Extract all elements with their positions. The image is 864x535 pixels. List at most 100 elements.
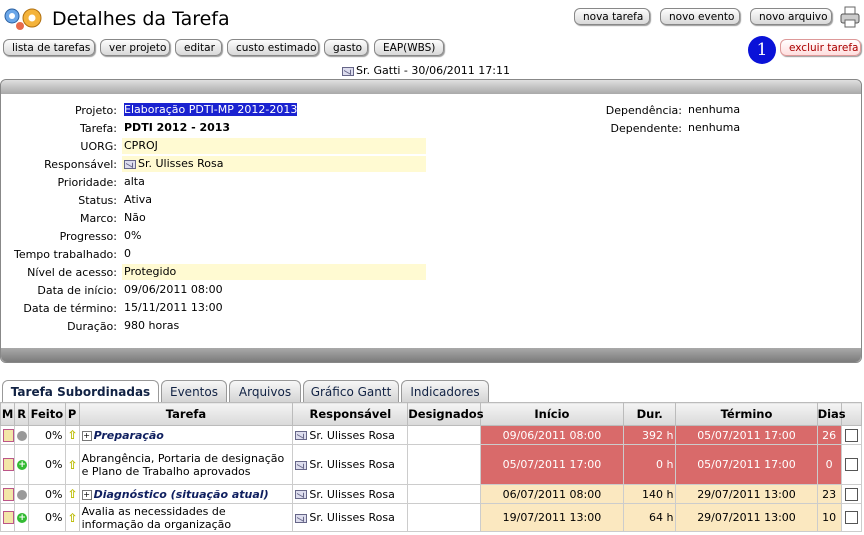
dur-cell: 392 h	[622, 425, 677, 445]
priority-cell: ⇧	[64, 503, 80, 532]
col-dias[interactable]: Dias	[816, 402, 846, 426]
responsavel-text: Sr. Ulisses Rosa	[309, 428, 395, 442]
col-designados[interactable]: Designados	[407, 402, 484, 426]
col-m[interactable]: M	[0, 402, 16, 426]
table-row: + 0% ⇧ Abrangência, Portaria de designaç…	[0, 444, 863, 485]
col-p[interactable]: P	[64, 402, 80, 426]
editar-button[interactable]: editar	[175, 39, 222, 56]
row-checkbox[interactable]	[844, 511, 858, 525]
tarefa-link[interactable]: Abrangência, Portaria de designação e Pl…	[78, 444, 294, 485]
termino-value: 15/11/2011 13:00	[122, 300, 426, 316]
novo-evento-button[interactable]: novo evento	[660, 8, 740, 25]
tab-eventos[interactable]: Eventos	[161, 380, 227, 402]
tarefa-cell[interactable]: + Preparação	[78, 425, 294, 445]
status-dot-icon	[17, 489, 28, 500]
mail-icon[interactable]	[124, 159, 136, 169]
col-feito[interactable]: Feito	[28, 402, 66, 426]
status-cell	[14, 425, 30, 445]
uorg-value: CPROJ	[122, 138, 426, 154]
nivel-value: Protegido	[122, 264, 426, 280]
lista-de-tarefas-button[interactable]: lista de tarefas	[3, 39, 95, 56]
progresso-value: 0%	[122, 228, 426, 244]
tab-tarefa-subordinadas[interactable]: Tarefa Subordinadas	[2, 380, 159, 403]
priority-up-icon: ⇧	[67, 510, 78, 525]
status-cell[interactable]: +	[14, 444, 30, 485]
status-cell[interactable]: +	[14, 503, 30, 532]
edit-note-icon[interactable]	[3, 458, 14, 472]
edit-note-icon[interactable]	[3, 487, 14, 501]
projeto-value[interactable]: Elaboração PDTI-MP 2012-2013	[122, 102, 426, 118]
uorg-label: UORG:	[80, 140, 117, 153]
page-title: Detalhes da Tarefa	[52, 8, 230, 30]
feito-cell: 0%	[28, 503, 66, 532]
custo-estimado-button[interactable]: custo estimado	[227, 39, 319, 56]
col-inicio[interactable]: Início	[479, 402, 625, 426]
edit-note-icon[interactable]	[3, 428, 14, 442]
row-checkbox[interactable]	[844, 428, 858, 442]
tab-arquivos[interactable]: Arquivos	[229, 380, 301, 402]
ver-projeto-button[interactable]: ver projeto	[100, 39, 170, 56]
select-cell	[840, 503, 863, 532]
col-r[interactable]: R	[14, 402, 30, 426]
designados-cell	[407, 484, 481, 504]
expand-icon[interactable]: +	[81, 489, 92, 500]
dur-cell: 140 h	[622, 484, 677, 504]
responsavel-cell: Sr. Ulisses Rosa	[292, 484, 409, 504]
edit-cell[interactable]	[0, 444, 16, 485]
excluir-tarefa-button[interactable]: excluir tarefa	[780, 39, 861, 56]
author-line: Sr. Gatti - 30/06/2011 17:11	[342, 64, 510, 77]
responsavel-text: Sr. Ulisses Rosa	[309, 487, 395, 501]
expand-icon[interactable]: +	[81, 430, 92, 441]
mail-icon[interactable]	[295, 431, 308, 440]
priority-cell: ⇧	[64, 425, 80, 445]
panel-body: Projeto: Elaboração PDTI-MP 2012-2013 Ta…	[1, 94, 861, 349]
novo-arquivo-button[interactable]: novo arquivo	[750, 8, 832, 25]
col-tarefa[interactable]: Tarefa	[78, 402, 294, 426]
responsavel-cell: Sr. Ulisses Rosa	[292, 425, 409, 445]
mail-icon[interactable]	[295, 513, 308, 523]
author-text: Sr. Gatti - 30/06/2011 17:11	[356, 64, 510, 77]
details-panel: Projeto: Elaboração PDTI-MP 2012-2013 Ta…	[0, 79, 862, 363]
priority-up-icon: ⇧	[67, 428, 78, 442]
gasto-button[interactable]: gasto	[324, 39, 368, 56]
marco-value: Não	[122, 210, 426, 226]
dias-cell: 10	[816, 503, 842, 532]
termino-cell: 05/07/2011 17:00	[675, 425, 818, 445]
edit-cell[interactable]	[0, 484, 16, 504]
edit-cell[interactable]	[0, 425, 16, 445]
app-logo	[2, 6, 50, 30]
tarefa-link[interactable]: Diagnóstico (situação atual)	[94, 488, 269, 501]
col-responsavel[interactable]: Responsável	[292, 402, 409, 426]
panel-header	[1, 80, 861, 94]
tab-grafico-gantt[interactable]: Gráfico Gantt	[303, 380, 399, 402]
mail-icon[interactable]	[342, 66, 354, 76]
inicio-cell: 09/06/2011 08:00	[479, 425, 625, 445]
subtasks-table: M R Feito P Tarefa Responsável Designado…	[0, 402, 863, 532]
dependencia-label: Dependência:	[605, 104, 682, 117]
mail-icon[interactable]	[295, 460, 308, 470]
printer-icon[interactable]	[840, 6, 860, 28]
dependencia-value: nenhuma	[688, 103, 741, 116]
designados-cell	[407, 503, 481, 532]
tarefa-link[interactable]: Preparação	[94, 429, 164, 442]
col-termino[interactable]: Término	[675, 402, 818, 426]
priority-cell: ⇧	[64, 444, 80, 485]
tab-indicadores[interactable]: Indicadores	[401, 380, 489, 402]
nova-tarefa-button[interactable]: nova tarefa	[574, 8, 650, 25]
projeto-link[interactable]: Elaboração PDTI-MP 2012-2013	[124, 103, 298, 116]
tarefa-cell[interactable]: + Diagnóstico (situação atual)	[78, 484, 294, 504]
row-checkbox[interactable]	[844, 487, 858, 501]
status-value: Ativa	[122, 192, 426, 208]
add-circle-icon[interactable]: +	[17, 513, 28, 523]
mail-icon[interactable]	[295, 490, 308, 499]
edit-note-icon[interactable]	[3, 511, 14, 525]
dependente-value: nenhuma	[688, 121, 741, 134]
priority-up-icon: ⇧	[67, 457, 78, 472]
eap-wbs-button[interactable]: EAP(WBS)	[374, 39, 444, 56]
edit-cell[interactable]	[0, 503, 16, 532]
add-circle-icon[interactable]: +	[17, 460, 28, 470]
tarefa-link[interactable]: Avalia as necessidades de informação da …	[78, 503, 294, 532]
row-checkbox[interactable]	[844, 458, 858, 472]
responsavel-text: Sr. Ulisses Rosa	[138, 157, 224, 170]
col-dur[interactable]: Dur.	[622, 402, 677, 426]
